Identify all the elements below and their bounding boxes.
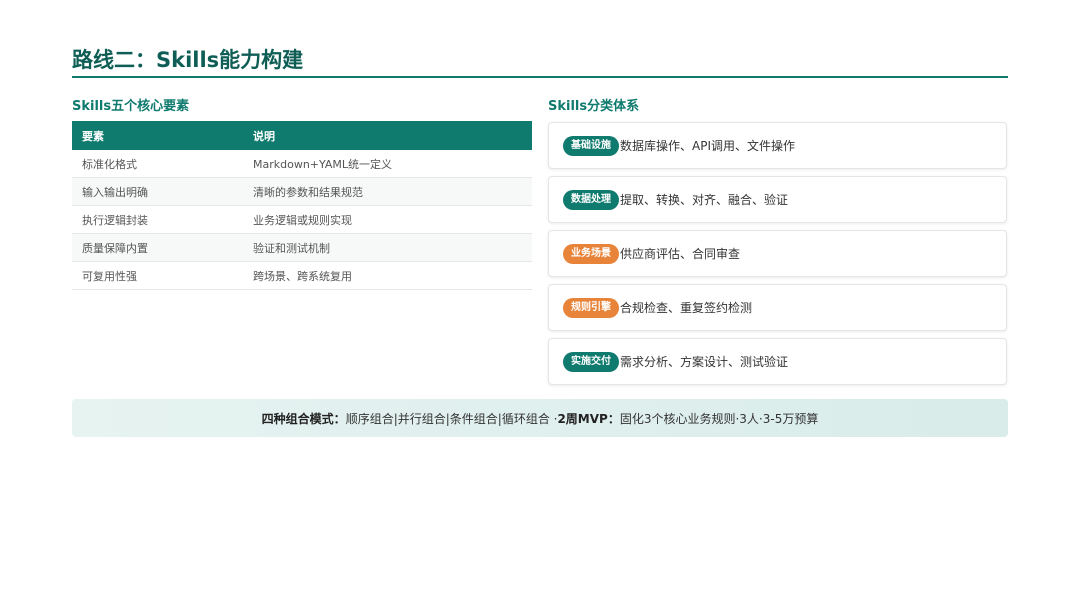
classification-card-list: 基础设施 数据库操作、API调用、文件操作 数据处理 提取、转换、对齐、融合、验… <box>548 122 1007 392</box>
table-cell-element: 可复用性强 <box>72 261 243 290</box>
category-tag: 实施交付 <box>563 351 619 372</box>
category-description: 供应商评估、合同审查 <box>620 247 741 261</box>
table-cell-description: 业务逻辑或规则实现 <box>243 205 532 234</box>
core-elements-table: 要素 说明 标准化格式 Markdown+YAML统一定义 输入输出明确 清晰的… <box>72 121 532 290</box>
table-row: 执行逻辑封装 业务逻辑或规则实现 <box>72 205 532 234</box>
category-tag: 业务场景 <box>563 243 619 264</box>
banner-label-combination: 四种组合模式： <box>261 411 346 426</box>
category-description: 合规检查、重复签约检测 <box>620 301 753 315</box>
table-row: 输入输出明确 清晰的参数和结果规范 <box>72 177 532 206</box>
classification-card-rule-engine: 规则引擎 合规检查、重复签约检测 <box>548 284 1007 331</box>
table-header-row: 要素 说明 <box>72 121 532 150</box>
table-row: 标准化格式 Markdown+YAML统一定义 <box>72 150 532 178</box>
banner-text-mvp: 固化3个核心业务规则·3人·3-5万预算 <box>619 411 819 426</box>
banner-label-mvp: 2周MVP： <box>557 411 620 426</box>
banner-text-combination: 顺序组合|并行组合|条件组合|循环组合 · <box>345 411 558 426</box>
category-tag: 基础设施 <box>563 135 619 156</box>
classification-card-business-scenario: 业务场景 供应商评估、合同审查 <box>548 230 1007 277</box>
table-cell-element: 执行逻辑封装 <box>72 205 243 234</box>
category-description: 提取、转换、对齐、融合、验证 <box>620 193 789 207</box>
table-cell-element: 输入输出明确 <box>72 177 243 206</box>
category-tag: 数据处理 <box>563 189 619 210</box>
summary-banner: 四种组合模式： 顺序组合|并行组合|条件组合|循环组合 · 2周MVP： 固化3… <box>72 399 1008 437</box>
classification-card-delivery: 实施交付 需求分析、方案设计、测试验证 <box>548 338 1007 385</box>
table-cell-description: 跨场景、跨系统复用 <box>243 261 532 290</box>
core-elements-heading: Skills五个核心要素 <box>72 99 190 114</box>
classification-card-data-processing: 数据处理 提取、转换、对齐、融合、验证 <box>548 176 1007 223</box>
table-row: 质量保障内置 验证和测试机制 <box>72 233 532 262</box>
table-cell-description: Markdown+YAML统一定义 <box>243 150 532 178</box>
page-title: 路线二：Skills能力构建 <box>72 46 1008 78</box>
table-cell-element: 标准化格式 <box>72 150 243 178</box>
table-cell-description: 清晰的参数和结果规范 <box>243 177 532 206</box>
category-tag: 规则引擎 <box>563 297 619 318</box>
table-cell-description: 验证和测试机制 <box>243 233 532 262</box>
classification-heading: Skills分类体系 <box>548 99 640 114</box>
column-header-description: 说明 <box>243 121 532 150</box>
column-header-element: 要素 <box>72 121 243 150</box>
classification-card-infrastructure: 基础设施 数据库操作、API调用、文件操作 <box>548 122 1007 169</box>
table-cell-element: 质量保障内置 <box>72 233 243 262</box>
table-row: 可复用性强 跨场景、跨系统复用 <box>72 261 532 290</box>
category-description: 数据库操作、API调用、文件操作 <box>620 139 795 153</box>
category-description: 需求分析、方案设计、测试验证 <box>620 355 789 369</box>
